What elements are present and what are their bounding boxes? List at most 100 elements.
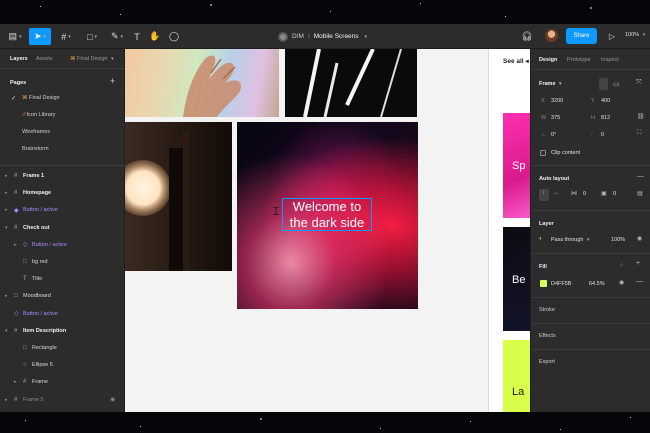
- layer-row[interactable]: ▸ # Frame 1: [0, 170, 125, 182]
- x-input[interactable]: 3200: [551, 98, 563, 104]
- tab-prototype[interactable]: Prototype: [567, 57, 591, 63]
- effects-title[interactable]: Effects: [539, 333, 556, 339]
- dark-card[interactable]: Be: [503, 227, 530, 331]
- layer-type-icon: #: [14, 190, 18, 197]
- eye-icon[interactable]: ◉: [637, 235, 642, 242]
- add-fill-icon[interactable]: +: [636, 260, 640, 267]
- fill-opacity-input[interactable]: 64.5%: [589, 281, 605, 287]
- resize-to-fit-icon[interactable]: ⤧: [636, 79, 642, 87]
- y-input[interactable]: 400: [601, 98, 610, 104]
- share-button[interactable]: Share: [566, 28, 597, 44]
- expand-caret-icon[interactable]: ▸: [5, 293, 8, 299]
- text-tool-icon[interactable]: T: [131, 28, 143, 45]
- expand-caret-icon[interactable]: ▸: [5, 207, 8, 213]
- portrait-icon[interactable]: [599, 78, 608, 90]
- present-icon[interactable]: ▷: [607, 28, 617, 45]
- corner-radius-input[interactable]: 0: [601, 132, 604, 138]
- layer-type-icon: ◆: [14, 207, 19, 214]
- layer-row[interactable]: ○ Ellipse 5: [0, 359, 125, 371]
- style-grid-icon[interactable]: ⁘: [619, 262, 624, 269]
- pink-card[interactable]: Sp: [503, 113, 530, 218]
- layer-row[interactable]: ◇ Button / active: [0, 308, 125, 320]
- padding-input[interactable]: 0: [613, 191, 616, 197]
- rotation-input[interactable]: 0°: [551, 132, 556, 138]
- layer-row[interactable]: ▾ # Item Description: [0, 325, 125, 337]
- canvas[interactable]: Welcome to the dark side Ɪ See all ◂ Sp …: [125, 49, 530, 412]
- add-page-icon[interactable]: +: [110, 76, 115, 86]
- layer-row[interactable]: ▾ # Check out: [0, 222, 125, 234]
- hand-image[interactable]: [125, 49, 279, 117]
- expand-caret-icon[interactable]: ▸: [14, 242, 17, 248]
- layer-row[interactable]: ▸ # Frame: [0, 376, 125, 388]
- layer-row[interactable]: T Title: [0, 273, 125, 285]
- clip-content-checkbox[interactable]: [540, 150, 546, 156]
- hand-tool-icon[interactable]: ✋: [149, 28, 161, 45]
- page-item-final-design[interactable]: ⌘ Final Design: [22, 95, 60, 101]
- neon-lines-image[interactable]: [285, 49, 417, 117]
- layer-row[interactable]: ▸ ◇ Button / active: [0, 239, 125, 251]
- height-input[interactable]: 812: [601, 115, 610, 121]
- expand-caret-icon[interactable]: ▾: [5, 328, 8, 334]
- fill-color-swatch[interactable]: [540, 280, 547, 287]
- alignment-icon[interactable]: ▤: [637, 190, 643, 197]
- expand-caret-icon[interactable]: ▸: [14, 379, 17, 385]
- layer-row[interactable]: □ Rectangle: [0, 342, 125, 354]
- lime-card[interactable]: La: [503, 340, 530, 412]
- expand-caret-icon[interactable]: ▸: [5, 190, 8, 196]
- remove-auto-layout-icon[interactable]: —: [637, 173, 644, 180]
- page-item-wireframes[interactable]: Wireframes: [22, 129, 50, 135]
- auto-layout-title: Auto layout: [539, 176, 570, 182]
- independent-corners-icon[interactable]: ⛶: [637, 130, 641, 137]
- blend-mode-select[interactable]: Pass through ▾: [551, 237, 589, 243]
- tab-design[interactable]: Design: [539, 57, 557, 63]
- lamp-image[interactable]: [125, 122, 232, 271]
- pen-tool-icon[interactable]: ✎ ▾: [108, 28, 126, 45]
- expand-caret-icon[interactable]: ▸: [5, 397, 8, 403]
- layer-name: Button / active: [32, 241, 67, 248]
- stroke-title[interactable]: Stroke: [539, 307, 555, 313]
- chevron-down-icon[interactable]: ▾: [365, 34, 368, 40]
- tab-inspect[interactable]: Inspect: [601, 57, 619, 63]
- move-tool-icon[interactable]: ➤ ▾: [29, 28, 51, 45]
- comment-tool-icon[interactable]: ◯: [168, 28, 180, 45]
- page-switcher[interactable]: ⌘ Final Design ▾: [70, 56, 114, 62]
- main-menu-icon[interactable]: ▤ ▾: [8, 28, 22, 45]
- breadcrumb[interactable]: DIM / Mobile Screens ▾: [278, 30, 367, 43]
- layer-row[interactable]: ▸ □ Moodboard: [0, 290, 125, 302]
- headphones-icon[interactable]: 🎧︎: [521, 28, 533, 45]
- remove-fill-icon[interactable]: —: [636, 278, 643, 285]
- layer-row[interactable]: ▸ ◆ Button / active: [0, 204, 125, 216]
- see-all-link[interactable]: See all ◂: [503, 57, 529, 65]
- layer-type-icon: #: [14, 327, 18, 334]
- export-title[interactable]: Export: [539, 359, 555, 365]
- tab-layers[interactable]: Layers: [10, 56, 28, 62]
- layer-name: Check out: [23, 224, 50, 231]
- layer-row[interactable]: □ bg red: [0, 256, 125, 268]
- gap-input[interactable]: 0: [583, 191, 586, 197]
- expand-caret-icon[interactable]: ▾: [5, 225, 8, 231]
- frame-tool-icon[interactable]: # ▾: [57, 28, 75, 45]
- breadcrumb-team[interactable]: DIM: [292, 33, 304, 40]
- h-label: H: [591, 115, 595, 121]
- page-item-brainstorm[interactable]: Brainstorm: [22, 146, 49, 152]
- layer-opacity-input[interactable]: 100%: [611, 237, 625, 243]
- fill-hex-input[interactable]: D4FF5B: [551, 281, 571, 287]
- landscape-icon[interactable]: ▭: [613, 80, 620, 88]
- rotation-icon: ∟: [541, 132, 547, 138]
- welcome-text-selected[interactable]: Welcome to the dark side: [282, 198, 372, 231]
- shape-tool-icon[interactable]: □ ▾: [83, 28, 101, 45]
- avatar[interactable]: [545, 29, 558, 42]
- breadcrumb-file[interactable]: Mobile Screens: [314, 33, 359, 40]
- tab-assets[interactable]: Assets: [36, 56, 53, 62]
- layer-row[interactable]: ▸ # Homepage: [0, 187, 125, 199]
- zoom-level[interactable]: 100% ▾: [625, 32, 645, 38]
- layer-row[interactable]: ▸ # Frame 5 ◉: [0, 394, 125, 406]
- width-input[interactable]: 375: [551, 115, 560, 121]
- frame-type-select[interactable]: Frame ▾: [539, 81, 562, 87]
- page-item-icon-library[interactable]: ✐Icon Library: [22, 112, 55, 118]
- constrain-proportions-icon[interactable]: ⛓︎: [637, 113, 645, 120]
- horizontal-direction-icon[interactable]: →: [553, 190, 559, 196]
- eye-icon[interactable]: ◉: [619, 279, 624, 286]
- expand-caret-icon[interactable]: ▸: [5, 173, 8, 179]
- eye-icon[interactable]: ◉: [110, 396, 115, 403]
